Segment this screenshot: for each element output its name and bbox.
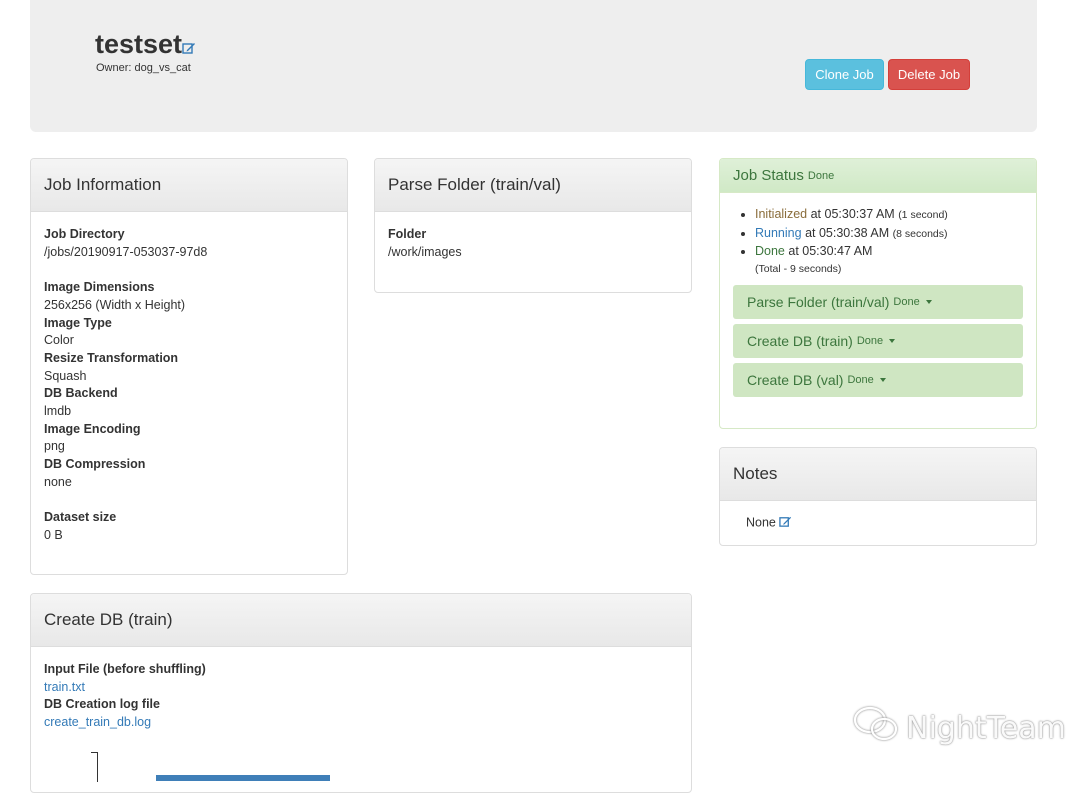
task-status: Done <box>856 335 884 347</box>
chart-axis <box>97 752 98 782</box>
task-parse-folder[interactable]: Parse Folder (train/val) Done <box>733 285 1023 319</box>
image-encoding-value: png <box>44 439 65 454</box>
task-create-db-train[interactable]: Create DB (train) Done <box>733 324 1023 358</box>
chart-bar <box>156 775 330 781</box>
job-header: testset Owner: dog_vs_cat Clone Job Dele… <box>30 0 1037 132</box>
status-timeline: Initialized at 05:30:37 AM (1 second) Ru… <box>720 206 1036 279</box>
resize-transformation-value: Squash <box>44 368 87 383</box>
parse-folder-panel: Parse Folder (train/val) Folder /work/im… <box>374 158 692 293</box>
create-db-train-panel: Create DB (train) Input File (before shu… <box>30 593 692 793</box>
caret-down-icon <box>925 300 932 304</box>
edit-notes-icon[interactable] <box>779 515 792 531</box>
status-state: Done <box>755 244 785 259</box>
status-state: Initialized <box>755 207 808 221</box>
status-badge: Done <box>807 169 835 182</box>
status-time: at 05:30:47 AM <box>788 244 873 259</box>
db-compression-label: DB Compression <box>44 457 146 472</box>
status-event: Done at 05:30:47 AM (Total - 9 seconds) <box>755 243 1036 278</box>
job-status-panel: Job Status Done Initialized at 05:30:37 … <box>719 158 1037 429</box>
chart-axis-tick <box>91 752 98 753</box>
job-title: testset <box>95 28 196 62</box>
resize-transformation-label: Resize Transformation <box>44 350 179 365</box>
task-name: Parse Folder (train/val) <box>747 294 890 310</box>
panel-title: Job Information <box>31 159 347 212</box>
task-create-db-val[interactable]: Create DB (val) Done <box>733 363 1023 397</box>
edit-icon[interactable] <box>182 30 196 62</box>
job-name: testset <box>95 29 183 59</box>
status-duration: (8 seconds) <box>892 227 948 240</box>
task-status: Done <box>847 374 874 386</box>
job-status-heading: Job Status Done <box>720 159 1036 193</box>
task-name: Create DB (train) <box>747 333 853 349</box>
db-compression-value: none <box>44 474 72 489</box>
status-event: Running at 05:30:38 AM (8 seconds) <box>755 225 1036 244</box>
image-type-label: Image Type <box>44 315 112 330</box>
delete-job-button[interactable]: Delete Job <box>888 59 970 90</box>
wechat-icon <box>852 704 900 752</box>
log-file-link[interactable]: create_train_db.log <box>44 715 151 729</box>
folder-label: Folder <box>388 227 427 241</box>
job-directory-label: Job Directory <box>44 227 125 241</box>
job-owner: Owner: dog_vs_cat <box>96 62 191 74</box>
status-event: Initialized at 05:30:37 AM (1 second) <box>755 206 1036 225</box>
watermark: NightTeam <box>852 706 1066 748</box>
watermark-text: NightTeam <box>906 710 1066 746</box>
status-time: at 05:30:37 AM <box>810 207 895 221</box>
panel-title: Notes <box>720 448 1036 501</box>
panel-title: Job Status <box>733 167 804 184</box>
dataset-size-value: 0 B <box>44 527 63 542</box>
image-encoding-label: Image Encoding <box>44 421 141 436</box>
status-state: Running <box>755 225 802 240</box>
input-file-link[interactable]: train.txt <box>44 680 85 694</box>
status-total: (Total - 9 seconds) <box>755 263 842 276</box>
job-directory-value: /jobs/20190917-053037-97d8 <box>44 244 208 259</box>
input-file-label: Input File (before shuffling) <box>44 662 206 676</box>
caret-down-icon <box>879 378 886 382</box>
log-file-label: DB Creation log file <box>44 697 160 712</box>
panel-title: Create DB (train) <box>31 594 691 647</box>
status-time: at 05:30:38 AM <box>805 225 890 240</box>
db-backend-value: lmdb <box>44 404 72 419</box>
caret-down-icon <box>889 339 896 343</box>
dataset-size-label: Dataset size <box>44 510 117 525</box>
status-duration: (1 second) <box>898 209 948 221</box>
image-dimensions-value: 256x256 (Width x Height) <box>44 297 186 312</box>
panel-title: Parse Folder (train/val) <box>375 159 691 212</box>
image-type-value: Color <box>44 333 74 348</box>
task-name: Create DB (val) <box>747 372 844 388</box>
folder-value: /work/images <box>388 244 462 259</box>
notes-panel: Notes None <box>719 447 1037 546</box>
db-backend-label: DB Backend <box>44 386 118 401</box>
task-status: Done <box>893 296 920 308</box>
notes-value: None <box>746 515 776 530</box>
job-information-panel: Job Information Job Directory /jobs/2019… <box>30 158 348 575</box>
image-dimensions-label: Image Dimensions <box>44 280 155 295</box>
clone-job-button[interactable]: Clone Job <box>805 59 884 90</box>
